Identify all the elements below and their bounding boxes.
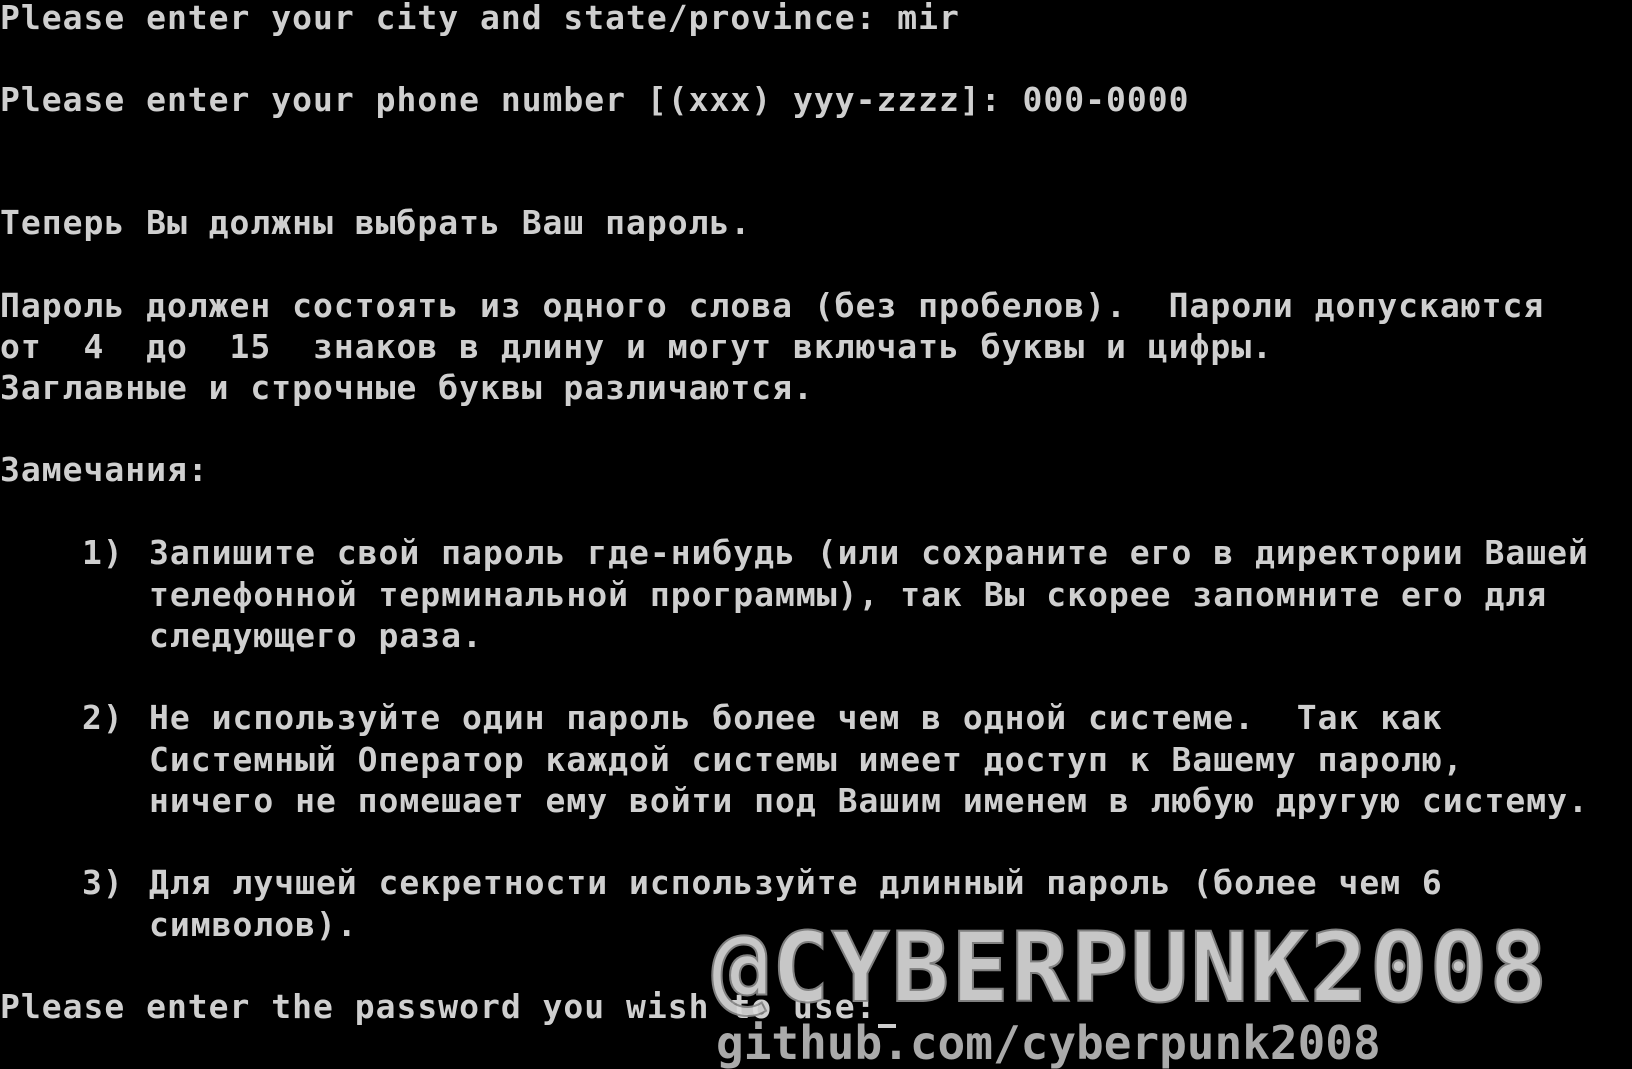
note-2-line-2: Системный Оператор каждой системы имеет …	[149, 740, 1464, 779]
note-1-line-2: телефонной терминальной программы), так …	[149, 575, 1548, 614]
choose-password-line: Теперь Вы должны выбрать Ваш пароль.	[0, 203, 752, 242]
city-prompt-line: Please enter your city and state/provinc…	[0, 0, 960, 37]
note-1-number: 1)	[82, 533, 124, 572]
terminal-screen: Please enter your city and state/provinc…	[0, 0, 1632, 1069]
note-3-line-1: Для лучшей секретности используйте длинн…	[149, 863, 1443, 902]
note-2-line-3: ничего не помешает ему войти под Вашим и…	[149, 781, 1589, 820]
phone-prompt-line: Please enter your phone number [(xxx) yy…	[0, 80, 1190, 119]
rules-line-2: от 4 до 15 знаков в длину и могут включа…	[0, 327, 1273, 366]
note-2-line-1: Не используйте один пароль более чем в о…	[149, 698, 1443, 737]
note-3-number: 3)	[82, 863, 124, 902]
watermark-url: github.com/cyberpunk2008	[716, 1016, 1381, 1069]
rules-line-3: Заглавные и строчные буквы различаются.	[0, 368, 814, 407]
watermark-handle: @CYBERPUNK2008	[711, 912, 1550, 1024]
note-3-line-2: символов).	[149, 905, 358, 944]
note-2-number: 2)	[82, 698, 124, 737]
rules-line-1: Пароль должен состоять из одного слова (…	[0, 286, 1545, 325]
note-1-line-1: Запишите свой пароль где-нибудь (или сох…	[149, 533, 1589, 572]
note-1-line-3: следующего раза.	[149, 616, 483, 655]
notes-heading: Замечания:	[0, 450, 209, 489]
